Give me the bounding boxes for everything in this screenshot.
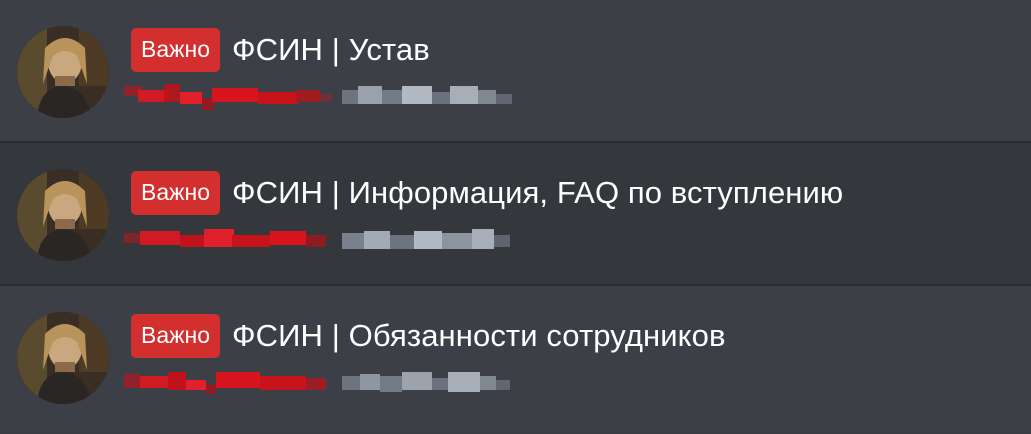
author-name-redacted[interactable] xyxy=(124,368,334,400)
avatar[interactable] xyxy=(17,312,109,404)
thread-list: Важно ФСИН | Устав Важно ФСИН | Информац… xyxy=(0,0,1031,434)
thread-title-link[interactable]: ФСИН | Обязанности сотрудников xyxy=(232,316,726,356)
avatar[interactable] xyxy=(17,26,109,118)
thread-meta xyxy=(124,368,524,400)
thread-title-link[interactable]: ФСИН | Информация, FAQ по вступлению xyxy=(232,173,843,213)
user-avatar-icon xyxy=(17,26,109,118)
thread-title-line: Важно ФСИН | Информация, FAQ по вступлен… xyxy=(131,171,843,215)
thread-meta xyxy=(124,82,524,114)
author-name-redacted[interactable] xyxy=(124,225,334,257)
important-badge[interactable]: Важно xyxy=(131,171,221,215)
thread-meta xyxy=(124,225,524,257)
user-avatar-icon xyxy=(17,169,109,261)
thread-row[interactable]: Важно ФСИН | Информация, FAQ по вступлен… xyxy=(0,143,1031,286)
post-date-redacted xyxy=(342,368,514,400)
thread-row[interactable]: Важно ФСИН | Устав xyxy=(0,0,1031,143)
thread-row[interactable]: Важно ФСИН | Обязанности сотрудников xyxy=(0,286,1031,430)
author-name-redacted[interactable] xyxy=(124,82,334,114)
important-badge[interactable]: Важно xyxy=(131,28,221,72)
avatar[interactable] xyxy=(17,169,109,261)
post-date-redacted xyxy=(342,225,514,257)
important-badge[interactable]: Важно xyxy=(131,314,221,358)
thread-title-line: Важно ФСИН | Устав xyxy=(131,28,430,72)
thread-title-link[interactable]: ФСИН | Устав xyxy=(232,30,430,70)
thread-title-line: Важно ФСИН | Обязанности сотрудников xyxy=(131,314,726,358)
post-date-redacted xyxy=(342,82,514,114)
user-avatar-icon xyxy=(17,312,109,404)
